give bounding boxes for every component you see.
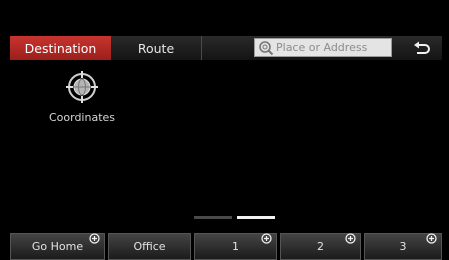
plus-circle-icon [426,233,437,244]
coordinates-label: Coordinates [48,111,116,124]
tab-divider [201,36,202,60]
search-icon [259,40,274,55]
tab-destination-label: Destination [24,40,97,56]
shortcut-1-label: 1 [232,240,239,253]
go-home-label: Go Home [31,240,84,253]
shortcut-3-label: 3 [399,240,407,253]
go-home-button[interactable]: Go Home [10,233,105,260]
plus-circle-icon [261,233,272,244]
shortcut-3-button[interactable]: 3 [364,233,442,260]
office-button[interactable]: Office [108,233,191,260]
tab-route[interactable]: Route [111,36,201,60]
page-indicator-2 [237,216,275,219]
back-button[interactable] [402,36,442,60]
plus-circle-icon [345,233,356,244]
bottom-shortcut-bar: Go Home Office 1 2 3 [0,233,449,260]
search-input[interactable]: Place or Address [254,38,392,57]
shortcut-2-button[interactable]: 2 [280,233,361,260]
back-arrow-icon [414,41,430,54]
shortcut-2-label: 2 [317,240,324,253]
page-indicator-1 [194,216,232,219]
crosshair-globe-icon [66,71,98,103]
tab-route-label: Route [137,40,175,56]
plus-circle-icon [89,233,100,244]
shortcut-1-button[interactable]: 1 [194,233,277,260]
office-label: Office [133,240,166,253]
search-placeholder: Place or Address [276,41,368,54]
tab-destination[interactable]: Destination [10,36,111,60]
coordinates-button[interactable]: Coordinates [44,70,120,132]
status-bar [0,0,449,36]
